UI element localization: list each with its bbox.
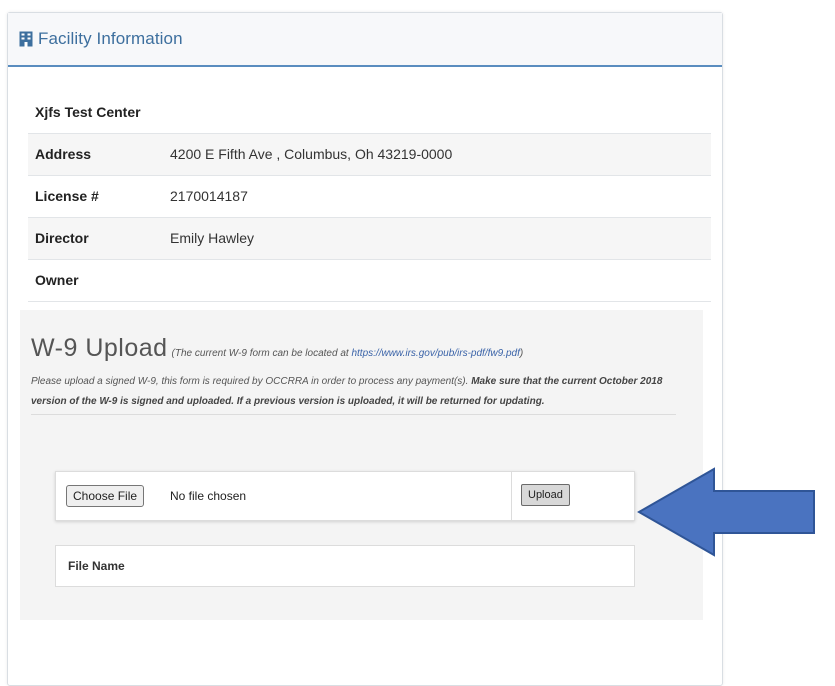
w9-upload-section: W-9 Upload (The current W-9 form can be l… [20, 310, 703, 620]
w9-note-suffix: ) [519, 348, 524, 359]
owner-value [163, 259, 711, 301]
table-row-owner: Owner [28, 259, 711, 301]
choose-file-button[interactable]: Choose File [66, 485, 145, 507]
divider [511, 472, 512, 520]
director-value: Emily Hawley [170, 230, 255, 246]
w9-note: (The current W-9 form can be located at … [172, 348, 524, 359]
director-label: Director [35, 230, 89, 246]
file-name-list: File Name [55, 545, 635, 587]
w9-title: W-9 Upload [31, 334, 168, 362]
facility-info-table: Xjfs Test Center Address 4200 E Fifth Av… [28, 91, 711, 302]
license-value: 2170014187 [170, 188, 248, 204]
table-row-name: Xjfs Test Center [28, 91, 711, 133]
license-label: License # [35, 188, 99, 204]
w9-instructions: Please upload a signed W-9, this form is… [31, 372, 676, 415]
building-icon [19, 31, 33, 47]
file-status-text: No file chosen [170, 489, 247, 503]
w9-note-prefix: (The current W-9 form can be located at [171, 348, 352, 359]
address-label: Address [35, 146, 92, 162]
w9-instructions-plain: Please upload a signed W-9, this form is… [31, 376, 472, 387]
panel-title: Facility Information [38, 29, 183, 48]
owner-label: Owner [35, 272, 79, 288]
table-row-address: Address 4200 E Fifth Ave , Columbus, Oh … [28, 133, 711, 175]
table-row-license: License # 2170014187 [28, 175, 711, 217]
facility-name: Xjfs Test Center [35, 103, 141, 120]
w9-heading: W-9 Upload (The current W-9 form can be l… [31, 334, 691, 363]
w9-form-link[interactable]: https://www.irs.gov/pub/irs-pdf/fw9.pdf [351, 348, 519, 359]
upload-button[interactable]: Upload [521, 484, 570, 506]
arrow-left-icon [636, 467, 817, 562]
address-value: 4200 E Fifth Ave , Columbus, Oh 43219-00… [170, 146, 453, 162]
file-name-header: File Name [68, 559, 125, 573]
panel-heading: Facility Information [8, 13, 722, 67]
table-row-director: Director Emily Hawley [28, 217, 711, 259]
file-upload-row: Choose File No file chosen Upload [55, 471, 635, 521]
